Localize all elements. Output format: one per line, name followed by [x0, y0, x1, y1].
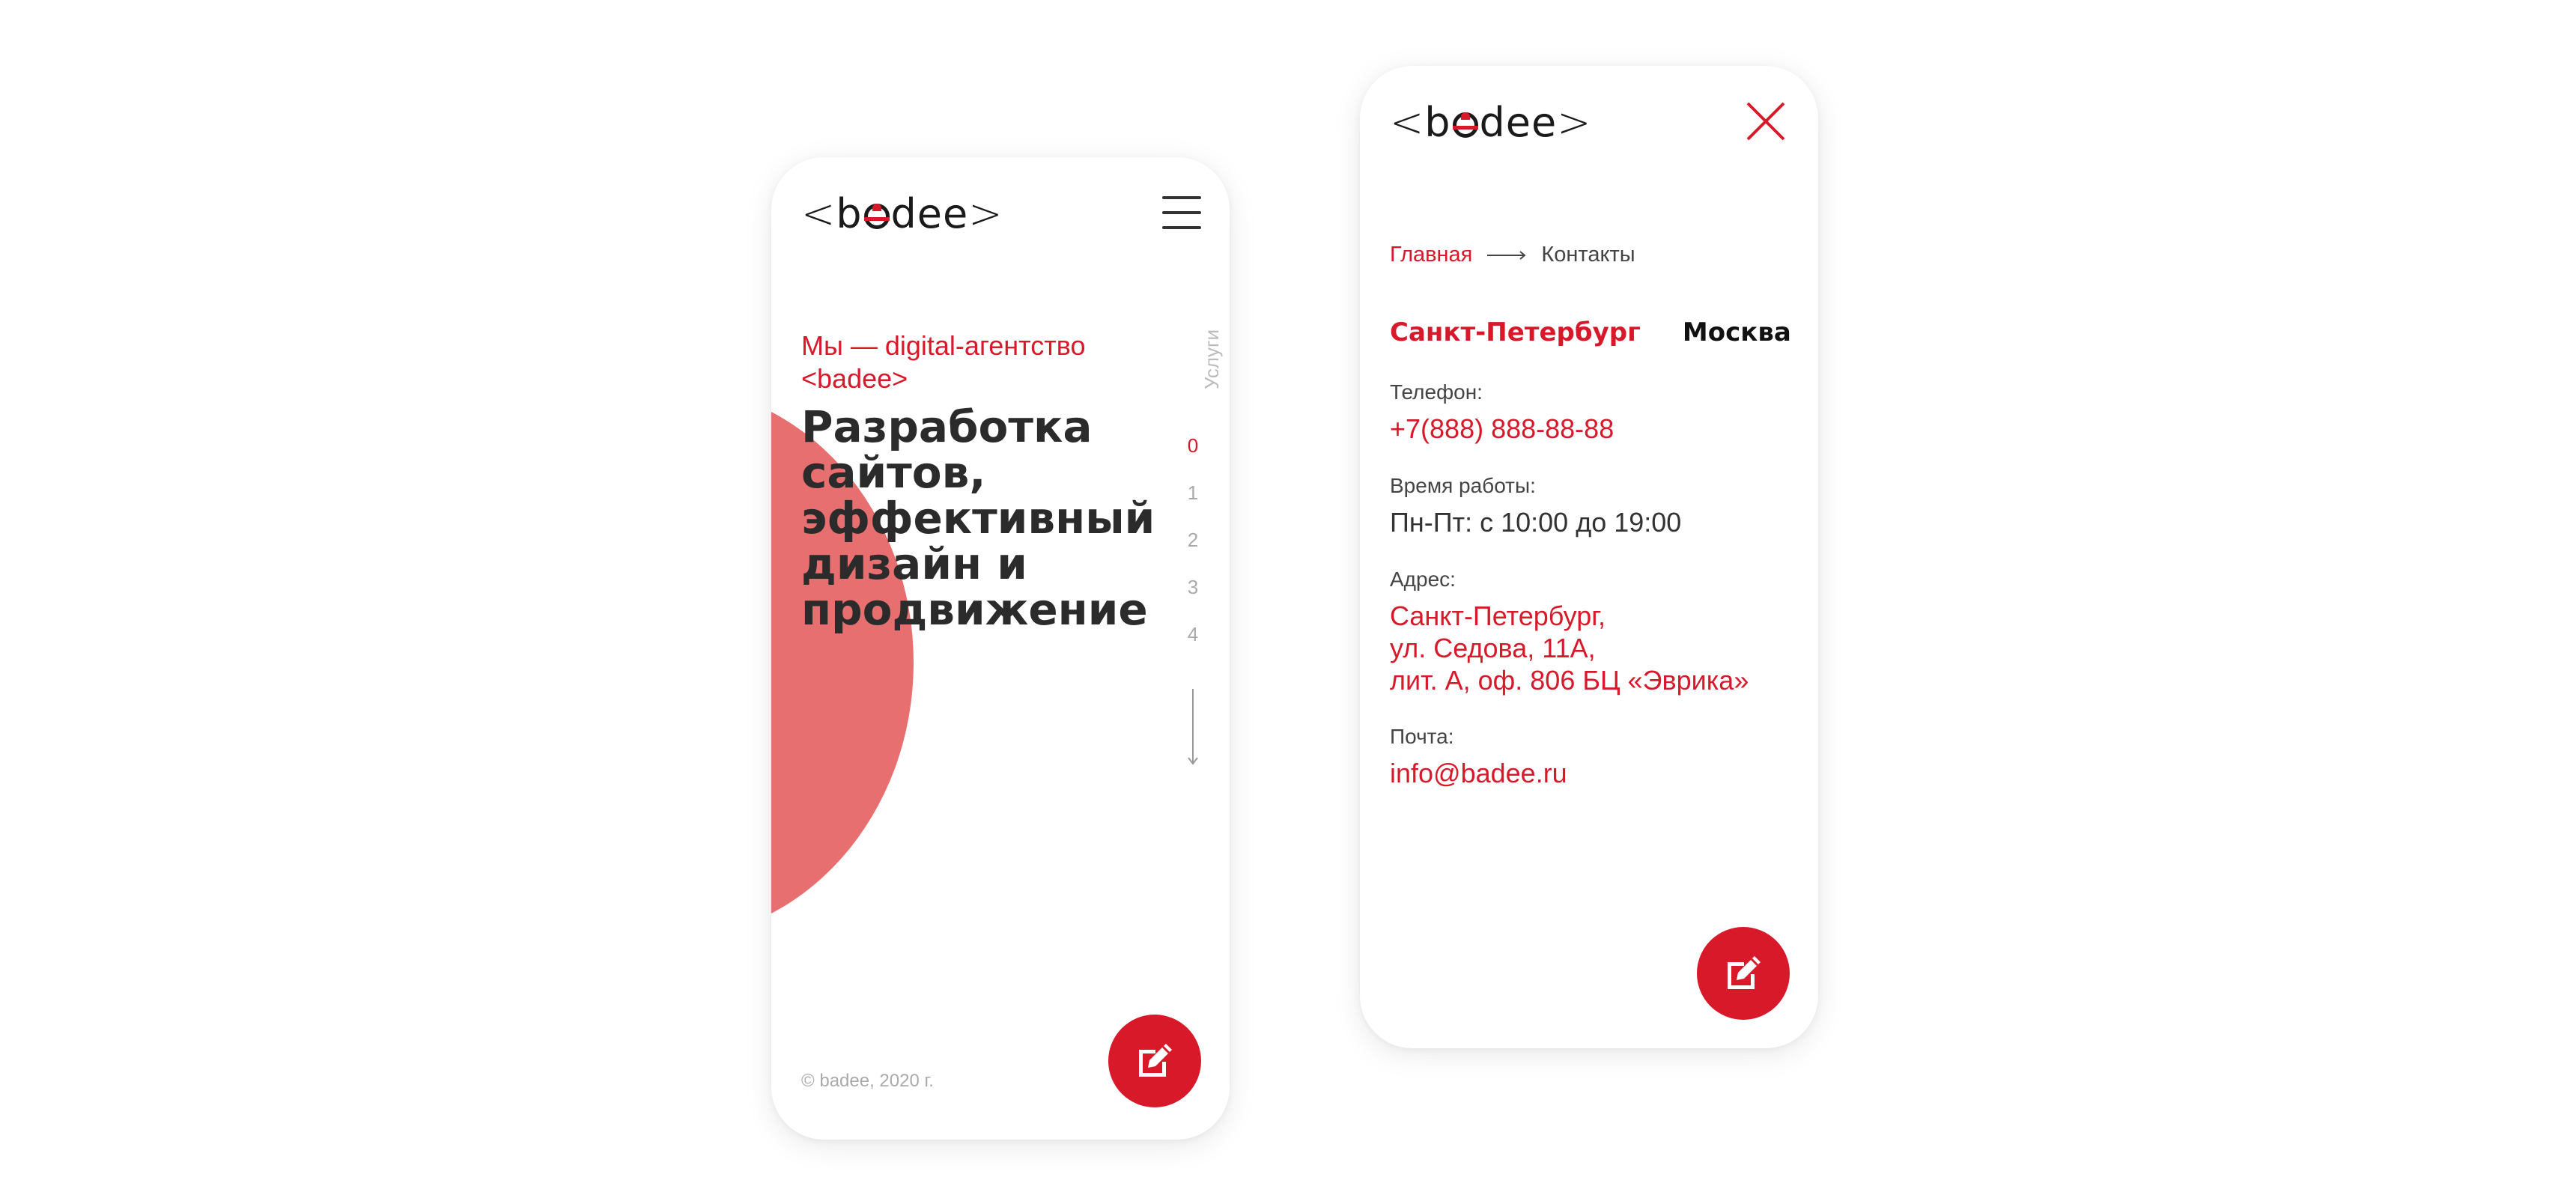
- tab-moscow[interactable]: Москва: [1683, 317, 1791, 347]
- copyright: © badee, 2020 г.: [801, 1071, 934, 1091]
- address[interactable]: Санкт-Петербург, ул. Седова, 11А, лит. А…: [1390, 600, 1749, 696]
- hamburger-menu-icon[interactable]: [1162, 196, 1201, 229]
- email-label: Почта:: [1390, 725, 1454, 748]
- side-nav-label: Услуги: [1200, 329, 1223, 389]
- logo[interactable]: < b dee >: [1390, 99, 1592, 146]
- hours-label: Время работы:: [1390, 474, 1536, 497]
- side-nav-item-0[interactable]: 0: [1182, 434, 1204, 457]
- headline: Разработка сайтов, эффективный дизайн и …: [801, 401, 1155, 635]
- email-link[interactable]: info@badee.ru: [1390, 757, 1567, 789]
- arrow-right-icon: [1487, 250, 1526, 260]
- address-line-2: ул. Седова, 11А,: [1390, 633, 1596, 663]
- scroll-down-arrow-icon[interactable]: [1191, 689, 1194, 764]
- edit-fab-button[interactable]: [1697, 927, 1790, 1020]
- logo[interactable]: < b dee >: [801, 190, 1003, 237]
- phone-link[interactable]: +7(888) 888-88-88: [1390, 413, 1614, 445]
- edit-fab-button[interactable]: [1108, 1015, 1201, 1107]
- mobile-home-screen: < b dee > Мы — digital-агентство <badee> Ра…: [771, 157, 1230, 1140]
- address-line-3: лит. А, оф. 806 БЦ «Эврика»: [1390, 665, 1749, 696]
- breadcrumb: Главная Контакты: [1390, 243, 1635, 267]
- address-line-1: Санкт-Петербург,: [1390, 600, 1606, 631]
- working-hours: Пн-Пт: с 10:00 до 19:00: [1390, 507, 1682, 538]
- city-tabs: Санкт-Петербург Москва: [1390, 317, 1791, 347]
- address-label: Адрес:: [1390, 568, 1456, 591]
- side-nav-item-2[interactable]: 2: [1182, 529, 1204, 552]
- tagline: Мы — digital-агентство <badee>: [801, 330, 1086, 394]
- breadcrumb-current: Контакты: [1541, 243, 1635, 267]
- side-nav-item-1[interactable]: 1: [1182, 481, 1204, 505]
- tab-saint-petersburg[interactable]: Санкт-Петербург: [1390, 317, 1641, 347]
- mobile-contacts-screen: < b dee > Главная Контакты Санкт-Петербург …: [1360, 66, 1818, 1048]
- close-icon[interactable]: [1743, 99, 1788, 144]
- phone-label: Телефон:: [1390, 380, 1483, 404]
- edit-icon: [1139, 1044, 1172, 1077]
- breadcrumb-home-link[interactable]: Главная: [1390, 243, 1472, 267]
- edit-icon: [1728, 956, 1761, 989]
- side-nav-item-4[interactable]: 4: [1182, 623, 1204, 646]
- arrow-head-icon: [1188, 757, 1198, 765]
- side-nav-item-3[interactable]: 3: [1182, 576, 1204, 599]
